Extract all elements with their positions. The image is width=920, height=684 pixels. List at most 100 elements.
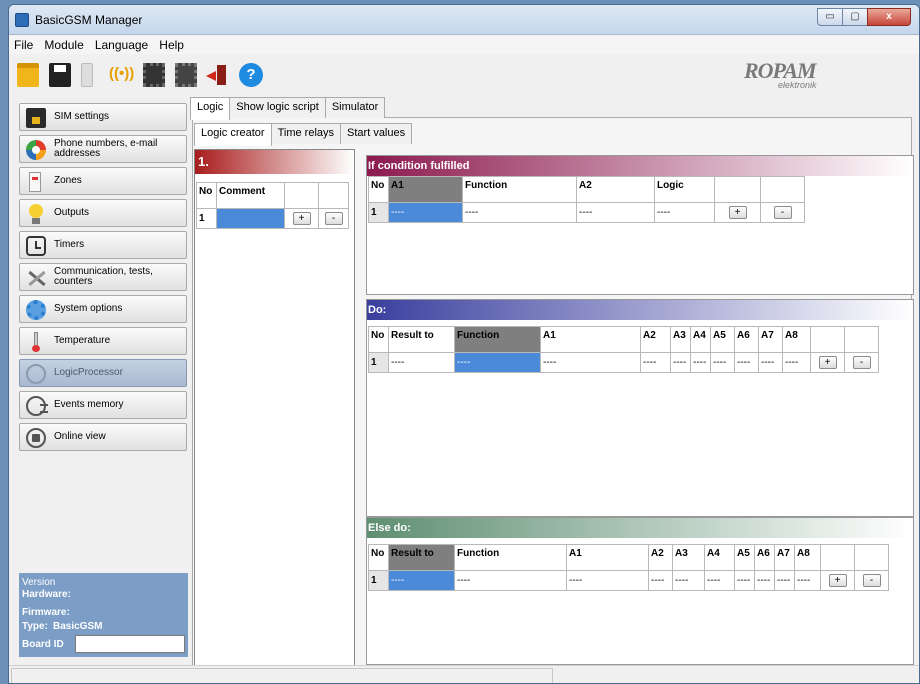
- exit-icon[interactable]: [206, 63, 228, 87]
- a5-cell[interactable]: ----: [710, 352, 735, 373]
- a2-cell[interactable]: ----: [576, 202, 655, 223]
- table-row[interactable]: 1 ---- ---- ---- ---- ---- ---- ---- ---…: [368, 352, 879, 373]
- tab-simulator[interactable]: Simulator: [324, 97, 386, 118]
- maximize-button[interactable]: ▢: [842, 8, 868, 26]
- a3-cell[interactable]: ----: [672, 570, 705, 591]
- column-header: A6: [754, 544, 775, 571]
- sidebar-item-outputs[interactable]: Outputs: [19, 199, 187, 227]
- usb-icon[interactable]: [81, 63, 93, 87]
- table-row[interactable]: 1 ---- ---- ---- ---- + -: [368, 202, 805, 223]
- minimize-button[interactable]: ▭: [817, 8, 843, 26]
- menu-module[interactable]: Module: [40, 36, 87, 54]
- add-button[interactable]: +: [818, 356, 837, 369]
- function-cell[interactable]: ----: [462, 202, 577, 223]
- menu-bar: File Module Language Help: [9, 36, 919, 54]
- a2-cell[interactable]: ----: [648, 570, 673, 591]
- status-cell: [11, 668, 553, 683]
- column-header: No: [368, 544, 389, 571]
- main-panel: Logic Show logic script Simulator Logic …: [190, 97, 919, 667]
- close-button[interactable]: x: [867, 8, 911, 26]
- add-button[interactable]: +: [828, 574, 847, 587]
- add-button[interactable]: +: [292, 212, 311, 225]
- result-to-cell[interactable]: ----: [388, 570, 455, 591]
- firmware-label: Firmware:: [22, 607, 70, 618]
- else-section-title: Else do:: [367, 518, 913, 538]
- gear-icon: [26, 300, 46, 320]
- board-id-field[interactable]: [75, 635, 185, 653]
- a6-cell[interactable]: ----: [734, 352, 759, 373]
- column-header: A4: [690, 326, 711, 353]
- sidebar-item-online-view[interactable]: Online view: [19, 423, 187, 451]
- table-row[interactable]: 1 + -: [196, 208, 349, 229]
- menu-help[interactable]: Help: [155, 36, 188, 54]
- a8-cell[interactable]: ----: [782, 352, 811, 373]
- column-header: No: [196, 182, 217, 209]
- a3-cell[interactable]: ----: [670, 352, 691, 373]
- add-button[interactable]: +: [728, 206, 747, 219]
- a4-cell[interactable]: ----: [690, 352, 711, 373]
- column-header: A8: [782, 326, 811, 353]
- a1-cell[interactable]: ----: [388, 202, 463, 223]
- tab-time-relays[interactable]: Time relays: [270, 123, 342, 144]
- save-icon[interactable]: [49, 63, 71, 87]
- a1-cell[interactable]: ----: [540, 352, 641, 373]
- version-title: Version: [22, 577, 56, 588]
- column-header: A5: [710, 326, 735, 353]
- sim-icon: [26, 108, 46, 128]
- help-icon[interactable]: ?: [239, 63, 263, 87]
- row-number: 1: [368, 202, 389, 223]
- a6-cell[interactable]: ----: [754, 570, 775, 591]
- result-to-cell[interactable]: ----: [388, 352, 455, 373]
- a2-cell[interactable]: ----: [640, 352, 671, 373]
- zones-icon: [29, 172, 41, 192]
- column-header: A7: [774, 544, 795, 571]
- column-header: A6: [734, 326, 759, 353]
- logic-icon: [26, 364, 46, 384]
- tab-show-logic-script[interactable]: Show logic script: [229, 97, 326, 118]
- function-cell[interactable]: ----: [454, 570, 567, 591]
- clock-icon: [26, 236, 46, 256]
- tab-logic[interactable]: Logic: [190, 97, 231, 120]
- menu-file[interactable]: File: [9, 36, 37, 54]
- sidebar-item-system-options[interactable]: System options: [19, 295, 187, 323]
- sidebar-item-sim-settings[interactable]: SIM settings: [19, 103, 187, 131]
- comment-cell[interactable]: [216, 208, 285, 229]
- a5-cell[interactable]: ----: [734, 570, 755, 591]
- function-cell[interactable]: ----: [454, 352, 541, 373]
- sidebar-item-events-memory[interactable]: Events memory: [19, 391, 187, 419]
- tab-start-values[interactable]: Start values: [340, 123, 413, 144]
- a8-cell[interactable]: ----: [794, 570, 821, 591]
- logo-subtitle: elektronik: [778, 80, 817, 90]
- sidebar-item-label: Outputs: [54, 207, 90, 218]
- folder-icon[interactable]: [17, 63, 39, 87]
- sidebar-item-phone-numbers[interactable]: Phone numbers, e-mail addresses: [19, 135, 187, 163]
- phone-icon: [26, 140, 46, 160]
- sidebar-item-logicprocessor[interactable]: LogicProcessor: [19, 359, 187, 387]
- column-header: A1: [388, 176, 463, 203]
- a1-cell[interactable]: ----: [566, 570, 649, 591]
- chip-read-icon[interactable]: [143, 63, 165, 87]
- radio-icon[interactable]: ((•)): [109, 63, 134, 87]
- else-table: No Result to Function A1 A2 A3 A4 A5 A6 …: [368, 544, 889, 591]
- a4-cell[interactable]: ----: [704, 570, 735, 591]
- tab-logic-creator[interactable]: Logic creator: [194, 123, 272, 146]
- remove-button[interactable]: -: [773, 206, 792, 219]
- sidebar-item-timers[interactable]: Timers: [19, 231, 187, 259]
- if-table: No A1 Function A2 Logic 1 ---- ---- ----…: [368, 176, 805, 223]
- table-row[interactable]: 1 ---- ---- ---- ---- ---- ---- ---- ---…: [368, 570, 889, 591]
- remove-button[interactable]: -: [852, 356, 871, 369]
- logic-list-panel: 1. No Comment 1 + -: [194, 149, 355, 667]
- sidebar-item-label: Temperature: [54, 335, 111, 346]
- chip-write-icon[interactable]: [175, 63, 197, 87]
- sidebar-item-temperature[interactable]: Temperature: [19, 327, 187, 355]
- menu-language[interactable]: Language: [91, 36, 152, 54]
- a7-cell[interactable]: ----: [758, 352, 783, 373]
- remove-button[interactable]: -: [862, 574, 881, 587]
- column-header: Function: [454, 544, 567, 571]
- row-number: 1: [368, 570, 389, 591]
- logic-cell[interactable]: ----: [654, 202, 715, 223]
- remove-button[interactable]: -: [324, 212, 343, 225]
- a7-cell[interactable]: ----: [774, 570, 795, 591]
- sidebar-item-communication[interactable]: Communication, tests, counters: [19, 263, 187, 291]
- sidebar-item-zones[interactable]: Zones: [19, 167, 187, 195]
